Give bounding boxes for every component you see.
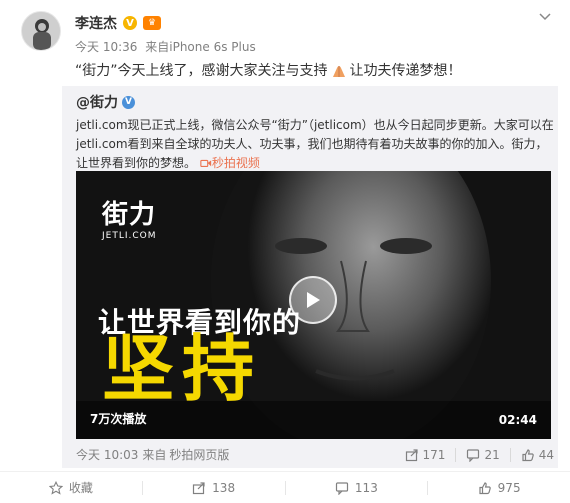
video-camera-icon [200, 159, 211, 167]
forwarded-footer: 今天 10:03 来自 秒拍网页版 171 21 44 [76, 446, 554, 463]
forwarded-comment-count[interactable]: 21 [455, 447, 500, 462]
weibo-post-card: 李连杰 V ♛ 今天 10:36 来自iPhone 6s Plus “街力”今天… [0, 0, 570, 503]
author-line: 李连杰 V ♛ [75, 13, 161, 33]
play-button[interactable] [289, 276, 337, 324]
verified-badge-icon: V [122, 95, 135, 109]
thumbs-up-icon [479, 481, 491, 494]
post-meta: 今天 10:36 来自iPhone 6s Plus [75, 38, 260, 55]
share-icon [405, 448, 418, 461]
forwarded-post: @街力 V jetli.com现已正式上线，微信公众号“街力”（jetlicom… [62, 86, 558, 468]
play-count: 7万次播放 [90, 412, 147, 426]
post-source[interactable]: iPhone 6s Plus [169, 40, 255, 54]
video-link-text[interactable]: 秒拍视频 [212, 156, 260, 170]
comment-icon [467, 448, 480, 462]
video-logo: 街力 JETLI.COM [102, 201, 157, 241]
video-title: 坚持 [102, 327, 263, 411]
comment-icon [335, 481, 349, 495]
share-count: 138 [212, 480, 236, 495]
post-time[interactable]: 今天 10:36 [75, 40, 137, 54]
favorite-label: 收藏 [68, 481, 93, 495]
forwarded-source-prefix: 来自 [142, 448, 167, 462]
video-player[interactable]: 街力 JETLI.COM 让世界看到你的 坚持 7万次播放 02:44 [76, 171, 551, 439]
verified-badge-icon[interactable]: V [123, 16, 137, 30]
author-name[interactable]: 李连杰 [75, 13, 117, 33]
comment-button[interactable]: 113 [284, 480, 428, 495]
forwarded-time[interactable]: 今天 10:03 [76, 446, 138, 463]
forwarded-author[interactable]: @街力 V [76, 92, 135, 112]
post-text: “街力”今天上线了，感谢大家关注与支持 让功夫传递梦想！ [75, 60, 462, 80]
avatar[interactable] [21, 11, 61, 51]
forwarded-text: jetli.com现已正式上线，微信公众号“街力”（jetlicom）也从今日起… [76, 116, 554, 173]
source-prefix: 来自 [145, 40, 170, 54]
like-button[interactable]: 975 [427, 480, 570, 495]
favorite-button[interactable]: 收藏 [0, 479, 142, 496]
forwarded-like-value: 44 [538, 447, 554, 462]
post-text-after: 让功夫传递梦想！ [349, 63, 462, 79]
forwarded-author-name[interactable]: @街力 [76, 92, 118, 112]
video-logo-sub: JETLI.COM [102, 231, 157, 241]
forwarded-share-count[interactable]: 171 [405, 447, 446, 462]
forwarded-share-value: 171 [422, 447, 446, 462]
forwarded-stats: 171 21 44 [405, 447, 554, 462]
post-text-before: “街力”今天上线了，感谢大家关注与支持 [75, 63, 328, 79]
like-count: 975 [497, 480, 521, 495]
member-badge-icon[interactable]: ♛ [143, 16, 161, 30]
video-logo-main: 街力 [102, 200, 157, 230]
share-icon [193, 481, 205, 494]
video-duration: 02:44 [498, 413, 537, 427]
star-icon [48, 480, 63, 495]
chevron-down-icon[interactable] [538, 10, 552, 24]
video-link[interactable]: 秒拍视频 [200, 156, 260, 170]
action-bar: 收藏 138 113 975 [0, 471, 570, 503]
forwarded-like-count[interactable]: 44 [509, 447, 554, 462]
forwarded-comment-value: 21 [484, 447, 500, 462]
thumbs-up-icon [522, 448, 534, 461]
play-icon [307, 292, 320, 308]
praying-hands-emoji-icon [332, 66, 345, 77]
share-button[interactable]: 138 [141, 480, 285, 495]
forwarded-source[interactable]: 秒拍网页版 [169, 446, 229, 463]
forwarded-text-body: jetli.com现已正式上线，微信公众号“街力”（jetlicom）也从今日起… [76, 118, 554, 170]
comment-count: 113 [354, 480, 378, 495]
